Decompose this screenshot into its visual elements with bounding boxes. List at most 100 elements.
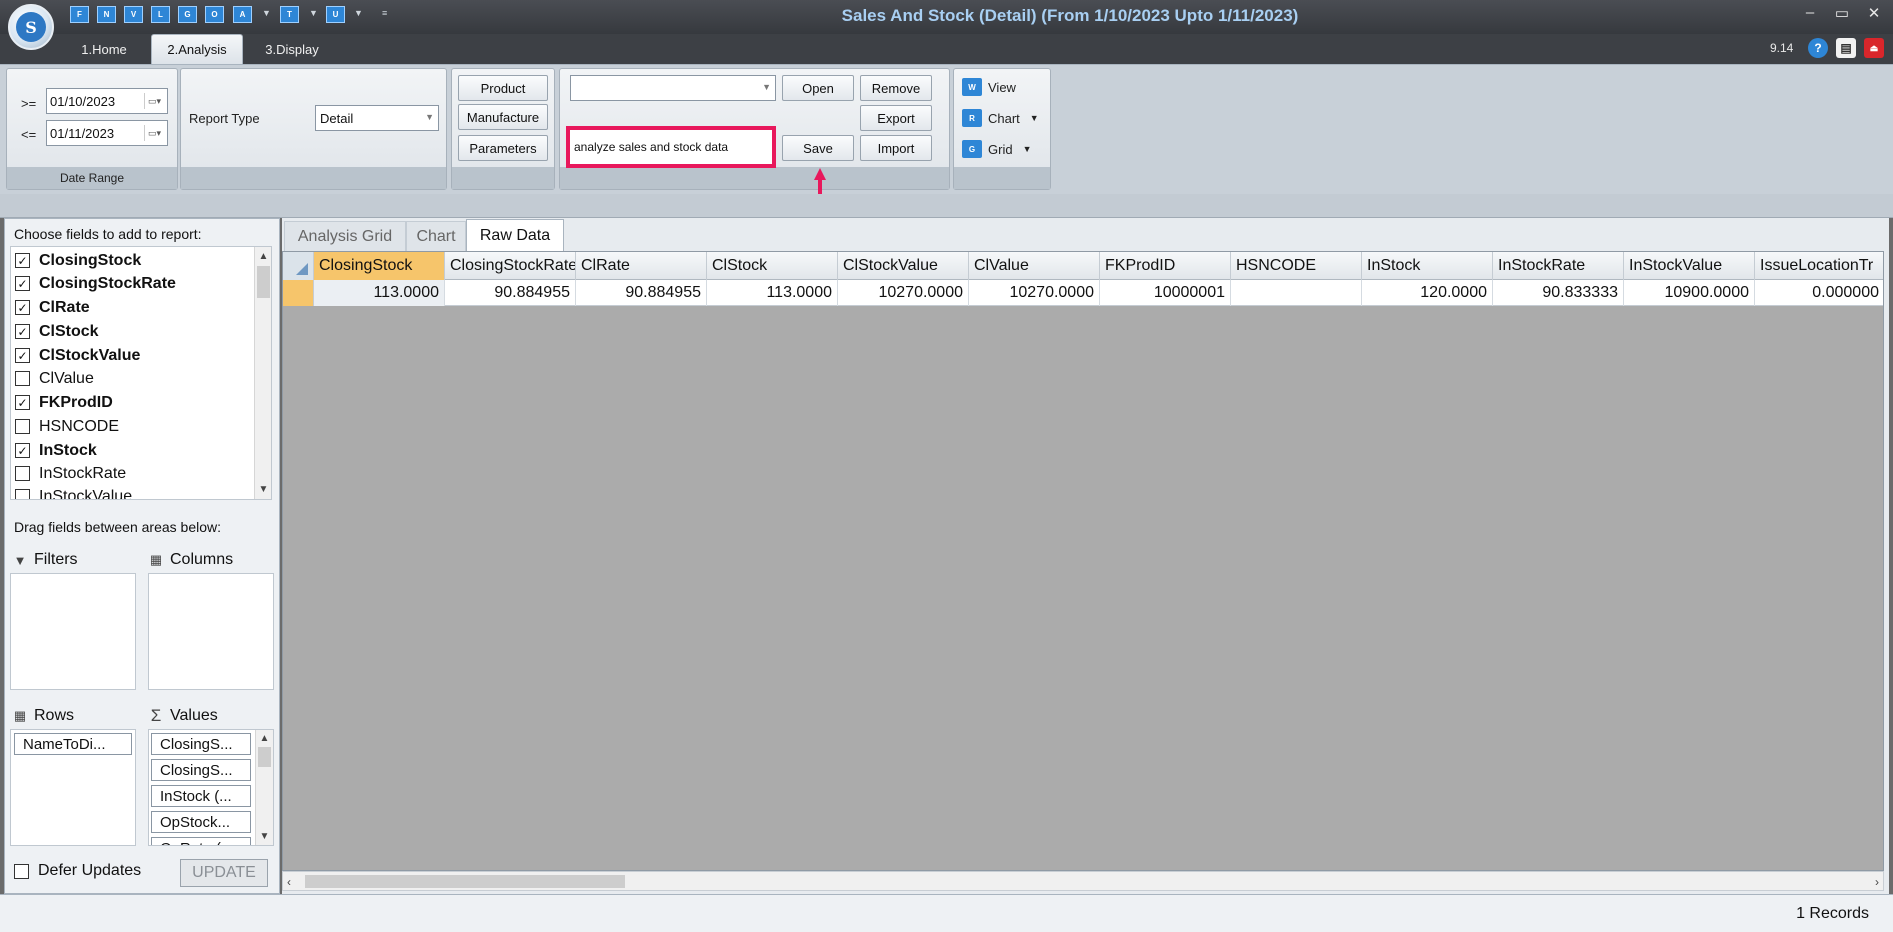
select-all-corner[interactable] [283,252,314,280]
filters-drop-area[interactable] [10,573,136,690]
close-button[interactable]: ✕ [1862,4,1886,22]
values-field-chip[interactable]: ClosingS... [151,733,251,755]
field-item-clrate[interactable]: ✓ ClRate [15,296,90,319]
open-button[interactable]: Open [782,75,854,101]
scroll-down-icon[interactable]: ▼ [255,484,271,495]
layout-name-input[interactable]: analyze sales and stock data [566,126,776,168]
checkbox-unchecked-icon[interactable] [15,419,30,434]
calendar-dropdown-icon[interactable]: ▭▾ [144,125,164,141]
checkbox-checked-icon[interactable]: ✓ [15,395,30,410]
grid-cell[interactable]: 113.0000 [314,280,445,306]
grid-cell[interactable]: 120.0000 [1362,280,1493,306]
columns-drop-area[interactable] [148,573,274,690]
grid-cell[interactable]: 10900.0000 [1624,280,1755,306]
rows-field-chip[interactable]: NameToDi... [14,733,132,755]
scroll-thumb[interactable] [257,266,270,298]
quick-access-t-icon[interactable]: T [280,6,299,23]
column-header[interactable]: ClStock [707,252,838,280]
scroll-thumb[interactable] [305,875,625,888]
column-header[interactable]: InStockValue [1624,252,1755,280]
tab-home[interactable]: 1.Home [66,34,142,64]
checkbox-checked-icon[interactable]: ✓ [15,300,30,315]
tab-analysis-grid[interactable]: Analysis Grid [284,221,406,251]
quick-access-f-icon[interactable]: F [70,6,89,23]
scroll-up-icon[interactable]: ▲ [256,733,273,744]
quick-access-t-dropdown-icon[interactable]: ▼ [309,8,318,18]
quick-access-u-icon[interactable]: U [326,6,345,23]
column-header[interactable]: FKProdID [1100,252,1231,280]
grid-cell[interactable]: 90.833333 [1493,280,1624,306]
quick-access-a-icon[interactable]: A [233,6,252,23]
column-header[interactable]: InStockRate [1493,252,1624,280]
scroll-up-icon[interactable]: ▲ [255,251,271,262]
checkbox-checked-icon[interactable]: ✓ [15,324,30,339]
quick-access-u-dropdown-icon[interactable]: ▼ [354,8,363,18]
grid-cell[interactable]: 10270.0000 [838,280,969,306]
scroll-down-icon[interactable]: ▼ [256,831,273,842]
notes-icon[interactable]: ▤ [1836,38,1856,58]
checkbox-unchecked-icon[interactable] [14,863,29,879]
grid-cell[interactable]: 90.884955 [576,280,707,306]
column-header[interactable]: InStock [1362,252,1493,280]
column-header[interactable]: ClosingStockRate [445,252,576,280]
field-item-instockvalue[interactable]: InStockValue [15,485,132,499]
calendar-dropdown-icon[interactable]: ▭▾ [144,93,164,109]
checkbox-checked-icon[interactable]: ✓ [15,348,30,363]
customize-toolbar-icon[interactable]: ≡ [382,8,387,18]
checkbox-unchecked-icon[interactable] [15,489,30,499]
manufacture-button[interactable]: Manufacture [458,104,548,130]
column-header[interactable]: ClosingStock [314,252,445,280]
column-header[interactable]: ClStockValue [838,252,969,280]
field-item-closingstockrate[interactable]: ✓ ClosingStockRate [15,272,176,295]
update-button[interactable]: UPDATE [180,859,268,887]
tab-chart[interactable]: Chart [406,221,466,251]
tab-analysis[interactable]: 2.Analysis [151,34,243,64]
field-item-fkprodid[interactable]: ✓ FKProdID [15,391,113,414]
table-row[interactable]: 113.0000 90.884955 90.884955 113.0000 10… [283,280,1883,306]
view-button[interactable]: W View [962,75,1016,99]
grid-button[interactable]: G Grid ▼ [962,137,1031,161]
field-item-closingstock[interactable]: ✓ ClosingStock [15,249,141,272]
quick-access-o-icon[interactable]: O [205,6,224,23]
quick-access-l-icon[interactable]: L [151,6,170,23]
export-button[interactable]: Export [860,105,932,131]
quick-access-g-icon[interactable]: G [178,6,197,23]
grid-horizontal-scrollbar[interactable]: ‹ › [282,871,1884,891]
scroll-left-icon[interactable]: ‹ [287,875,291,889]
row-selector[interactable] [283,280,314,306]
tab-display[interactable]: 3.Display [252,34,332,64]
grid-cell[interactable]: 113.0000 [707,280,838,306]
checkbox-checked-icon[interactable]: ✓ [15,253,30,268]
field-item-instock[interactable]: ✓ InStock [15,439,97,462]
values-field-chip[interactable]: ClosingS... [151,759,251,781]
report-type-select[interactable]: Detail ▼ [315,105,439,131]
remove-button[interactable]: Remove [860,75,932,101]
checkbox-unchecked-icon[interactable] [15,466,30,481]
values-field-chip[interactable]: OpStock... [151,811,251,833]
save-button[interactable]: Save [782,135,854,161]
from-date-field[interactable]: 01/10/2023 ▭▾ [46,88,168,114]
exit-icon[interactable]: ⏏ [1864,38,1884,58]
field-item-hsncode[interactable]: HSNCODE [15,415,119,438]
field-item-clstock[interactable]: ✓ ClStock [15,320,99,343]
tab-raw-data[interactable]: Raw Data [466,219,564,251]
checkbox-checked-icon[interactable]: ✓ [15,276,30,291]
product-button[interactable]: Product [458,75,548,101]
defer-updates-checkbox[interactable]: Defer Updates [14,862,141,880]
column-header[interactable]: ClRate [576,252,707,280]
grid-cell[interactable]: 0.000000 [1755,280,1883,306]
import-button[interactable]: Import [860,135,932,161]
field-list[interactable]: ✓ ClosingStock ✓ ClosingStockRate ✓ ClRate … [10,246,272,500]
quick-access-v-icon[interactable]: V [124,6,143,23]
field-list-scrollbar[interactable]: ▲ ▼ [254,247,271,499]
field-item-instockrate[interactable]: InStockRate [15,462,126,485]
column-header[interactable]: ClValue [969,252,1100,280]
values-field-chip[interactable]: InStock (... [151,785,251,807]
values-drop-area[interactable]: ClosingS... ClosingS... InStock (... OpS… [148,729,274,846]
app-logo[interactable]: S [8,4,54,50]
scroll-right-icon[interactable]: › [1875,875,1879,889]
field-item-clstockvalue[interactable]: ✓ ClStockValue [15,344,140,367]
quick-access-a-dropdown-icon[interactable]: ▼ [262,8,271,18]
column-header[interactable]: IssueLocationTr [1755,252,1883,280]
maximize-button[interactable]: ▭ [1830,4,1854,22]
